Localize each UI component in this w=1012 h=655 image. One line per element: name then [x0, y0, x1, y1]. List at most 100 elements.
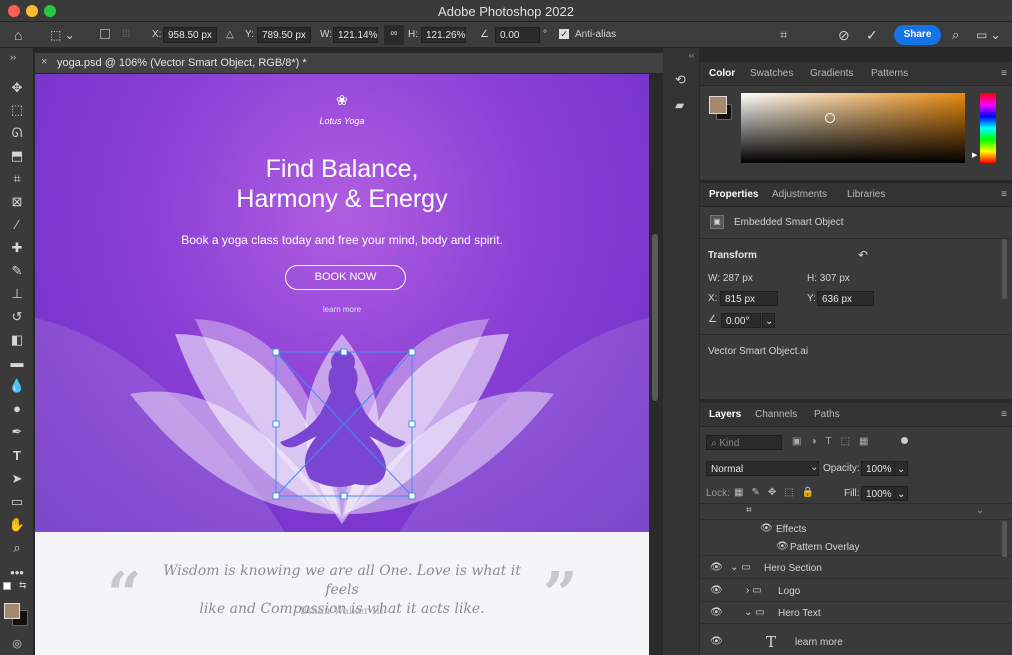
- hero-text-disclosure-icon[interactable]: ⌄ ▭: [744, 607, 765, 618]
- pattern-overlay-visibility-icon[interactable]: 👁: [776, 541, 789, 552]
- x-position-field[interactable]: 958.50 px: [163, 27, 217, 43]
- logo-disclosure-icon[interactable]: › ▭: [746, 585, 762, 596]
- rectangle-tool-icon[interactable]: ▭: [6, 492, 28, 512]
- document-tab[interactable]: × yoga.psd @ 106% (Vector Smart Object, …: [35, 53, 663, 74]
- y-position-field[interactable]: 789.50 px: [257, 27, 311, 43]
- tab-channels[interactable]: Channels: [755, 409, 797, 420]
- hue-slider-marker-icon[interactable]: ▶: [972, 151, 977, 159]
- gradient-tool-icon[interactable]: ▬: [6, 353, 28, 373]
- quick-mask-icon[interactable]: ◎: [6, 634, 28, 654]
- panel-menu-icon[interactable]: ≡: [1001, 409, 1007, 420]
- swap-colors-icon[interactable]: ⇆: [19, 580, 27, 591]
- reference-point-checkbox[interactable]: [100, 26, 110, 44]
- tab-adjustments[interactable]: Adjustments: [772, 189, 827, 200]
- object-selection-tool-icon[interactable]: ⬒: [6, 146, 28, 166]
- layer-pattern-overlay-row[interactable]: 👁 Pattern Overlay: [700, 538, 1012, 556]
- x-position-field[interactable]: 815 px: [720, 291, 778, 306]
- opacity-field[interactable]: 100%: [861, 461, 895, 476]
- book-now-button[interactable]: BOOK NOW: [285, 265, 406, 290]
- layer-effects-row[interactable]: 👁 Effects: [700, 520, 1012, 538]
- search-icon[interactable]: ⌕: [952, 26, 959, 44]
- tab-patterns[interactable]: Patterns: [871, 68, 908, 79]
- tab-swatches[interactable]: Swatches: [750, 68, 793, 79]
- angle-dropdown-icon[interactable]: ⌄: [762, 313, 775, 328]
- layer-hero-text-row[interactable]: 👁 ⌄ ▭ Hero Text: [700, 602, 1012, 624]
- share-button[interactable]: Share: [894, 25, 941, 45]
- opacity-dropdown-icon[interactable]: ⌄: [894, 461, 908, 476]
- history-icon[interactable]: ⟲: [675, 72, 686, 88]
- eyedropper-tool-icon[interactable]: ⁄: [6, 215, 28, 235]
- tab-layers[interactable]: Layers: [709, 409, 741, 420]
- collapse-icon[interactable]: ››: [2, 52, 24, 62]
- hue-slider[interactable]: [980, 93, 996, 163]
- angle-field[interactable]: 0.00°: [721, 313, 761, 328]
- filter-toggle-icon[interactable]: [901, 437, 908, 444]
- learn-more-link[interactable]: learn more: [292, 305, 392, 314]
- lock-icons[interactable]: ▦✎✥⬚🔒: [734, 487, 822, 498]
- layer-hero-section-row[interactable]: 👁 ⌄ ▭ Hero Section: [700, 557, 1012, 579]
- fill-field[interactable]: 100%: [861, 486, 895, 501]
- canvas[interactable]: ❀ Lotus Yoga Find Balance, Harmony & Ene…: [35, 74, 649, 655]
- color-picker-cursor[interactable]: [825, 113, 835, 123]
- blend-mode-chevron-icon[interactable]: ⌄: [810, 462, 818, 473]
- color-foreground-swatch[interactable]: [709, 96, 727, 114]
- learn-more-visibility-icon[interactable]: 👁: [710, 636, 723, 647]
- lasso-tool-icon[interactable]: ᘏ: [6, 123, 28, 143]
- marquee-tool-icon[interactable]: ⬚: [6, 100, 28, 120]
- commit-transform-icon[interactable]: ✓: [866, 26, 878, 44]
- tool-preset-icon[interactable]: ⬚ ⌄: [50, 26, 75, 44]
- panel-menu-icon[interactable]: ≡: [1001, 189, 1007, 200]
- brush-tool-icon[interactable]: ✎: [6, 261, 28, 281]
- clone-stamp-tool-icon[interactable]: ⊥: [6, 284, 28, 304]
- pen-tool-icon[interactable]: ✒: [6, 422, 28, 442]
- rotation-field[interactable]: 0.00: [495, 27, 540, 43]
- frame-tool-icon[interactable]: ⊠: [6, 192, 28, 212]
- zoom-tool-icon[interactable]: ⌕: [6, 538, 28, 558]
- reference-point-grid-icon[interactable]: ⁞⁞⁞: [122, 26, 130, 44]
- fill-dropdown-icon[interactable]: ⌄: [894, 486, 908, 501]
- color-field[interactable]: [741, 93, 965, 163]
- hand-tool-icon[interactable]: ✋: [6, 515, 28, 535]
- healing-brush-tool-icon[interactable]: ✚: [6, 238, 28, 258]
- path-selection-tool-icon[interactable]: ➤: [6, 469, 28, 489]
- y-position-field[interactable]: 636 px: [817, 291, 874, 306]
- fx-expand-icon[interactable]: ⌄: [976, 505, 984, 516]
- filter-icons[interactable]: ▣◑T⬚▦: [792, 436, 878, 447]
- warp-icon[interactable]: ⌗: [780, 26, 787, 44]
- blend-mode-select[interactable]: Normal: [706, 461, 819, 476]
- height-percent-field[interactable]: 121.26%: [421, 27, 466, 43]
- panel-menu-icon[interactable]: ≡: [1001, 68, 1007, 79]
- comments-icon[interactable]: ▰: [675, 98, 684, 112]
- blur-tool-icon[interactable]: 💧: [6, 376, 28, 396]
- home-icon[interactable]: ⌂: [14, 26, 22, 44]
- canvas-scrollbar-thumb[interactable]: [652, 234, 658, 401]
- hero-text-visibility-icon[interactable]: 👁: [710, 607, 723, 618]
- layers-scrollbar[interactable]: [1002, 521, 1007, 557]
- properties-scrollbar[interactable]: [1002, 239, 1007, 299]
- reset-transform-icon[interactable]: ↶: [858, 248, 868, 262]
- history-brush-tool-icon[interactable]: ↺: [6, 307, 28, 327]
- cancel-transform-icon[interactable]: ⊘: [838, 26, 850, 44]
- width-percent-field[interactable]: 121.14%: [333, 27, 378, 43]
- foreground-color-swatch[interactable]: [4, 603, 20, 619]
- crop-tool-icon[interactable]: ⌗: [6, 169, 28, 189]
- layer-row-partial[interactable]: ⌗ ⌄: [700, 504, 1012, 520]
- eraser-tool-icon[interactable]: ◧: [6, 330, 28, 350]
- link-proportions-icon[interactable]: ∞: [384, 25, 404, 45]
- hero-section-visibility-icon[interactable]: 👁: [710, 562, 723, 573]
- layer-learn-more-row[interactable]: 👁 T learn more: [700, 628, 1012, 655]
- type-tool-icon[interactable]: T: [6, 446, 28, 466]
- filter-kind-select[interactable]: ⌕ Kind: [706, 435, 782, 450]
- effects-visibility-icon[interactable]: 👁: [760, 523, 773, 534]
- layer-logo-row[interactable]: 👁 › ▭ Logo: [700, 580, 1012, 602]
- default-colors-icon[interactable]: [3, 582, 11, 590]
- tab-libraries[interactable]: Libraries: [847, 189, 885, 200]
- antialias-checkbox[interactable]: ✓: [559, 26, 569, 44]
- dodge-tool-icon[interactable]: ●: [6, 399, 28, 419]
- move-tool-icon[interactable]: ✥: [6, 78, 28, 98]
- tab-color[interactable]: Color: [709, 68, 735, 79]
- logo-visibility-icon[interactable]: 👁: [710, 585, 723, 596]
- tab-properties[interactable]: Properties: [709, 189, 758, 200]
- tab-gradients[interactable]: Gradients: [810, 68, 853, 79]
- hero-section-disclosure-icon[interactable]: ⌄ ▭: [730, 562, 751, 573]
